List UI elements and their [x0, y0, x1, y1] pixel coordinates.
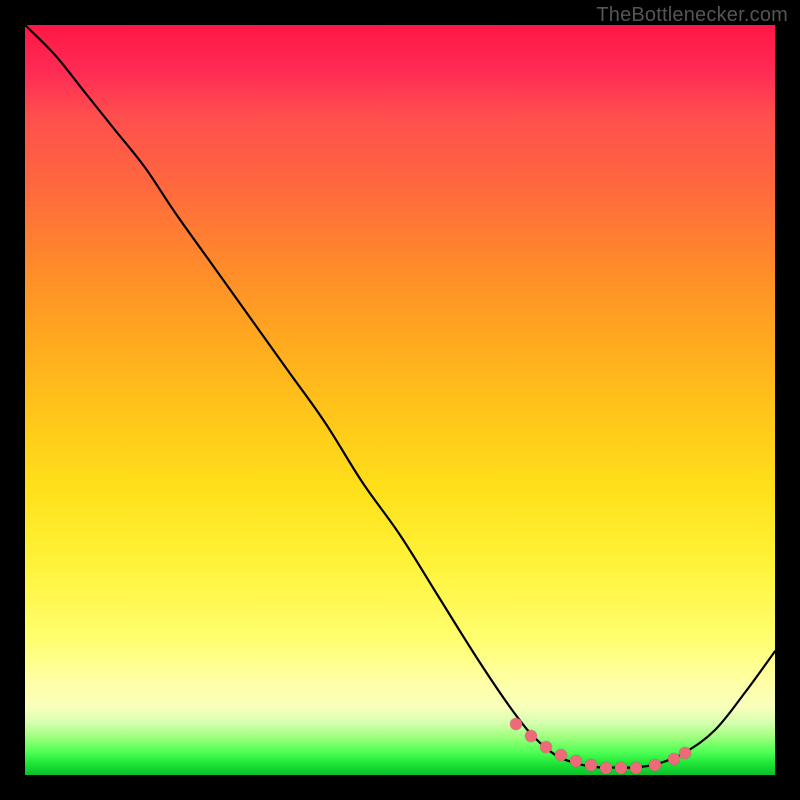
watermark-text: TheBottlenecker.com	[596, 4, 788, 27]
marker-point	[600, 762, 612, 774]
marker-point	[570, 755, 582, 767]
marker-point	[649, 759, 661, 771]
bottleneck-curve	[25, 25, 775, 768]
marker-point	[615, 762, 627, 774]
marker-point	[510, 718, 522, 730]
marker-point	[585, 759, 597, 771]
plot-area	[25, 25, 775, 775]
marker-point	[679, 747, 691, 759]
curve-layer	[25, 25, 775, 775]
marker-point	[525, 730, 537, 742]
marker-point	[540, 741, 552, 753]
marker-point	[668, 753, 680, 765]
marker-point	[630, 762, 642, 774]
chart-frame: TheBottlenecker.com	[0, 0, 800, 800]
marker-point	[555, 749, 567, 761]
optimal-zone-markers	[25, 25, 775, 775]
